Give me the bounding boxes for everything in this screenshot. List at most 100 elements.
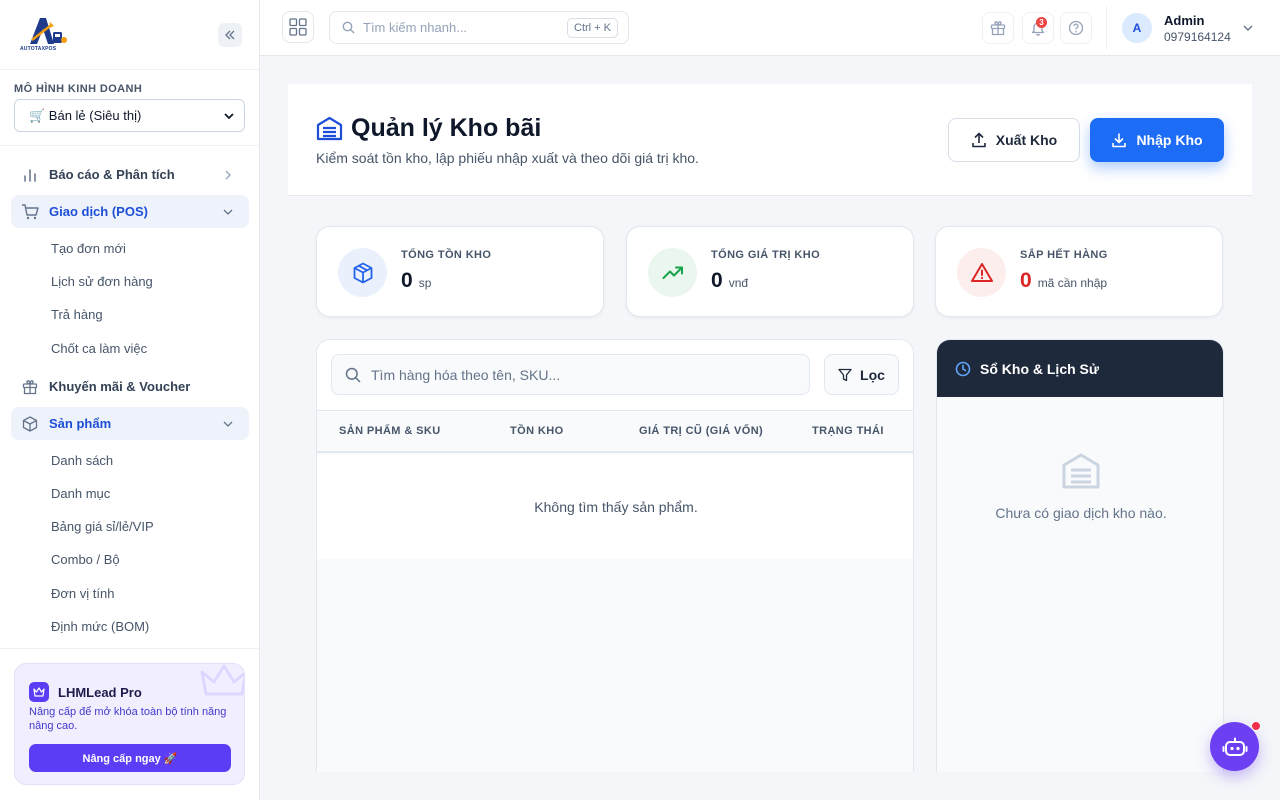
download-icon (1111, 132, 1127, 148)
crown-watermark-icon (200, 664, 244, 696)
stat-value-row: 0 sp (401, 269, 431, 293)
sidebar-subitem-close-shift[interactable]: Chốt ca làm việc (51, 341, 147, 356)
pro-title: LHMLead Pro (58, 684, 142, 700)
import-stock-label: Nhập Kho (1136, 132, 1203, 148)
search-icon (342, 21, 355, 34)
sidebar-subitem-categories[interactable]: Danh mục (51, 486, 110, 501)
crown-icon (29, 682, 49, 702)
notification-count-badge: 3 (1036, 17, 1047, 28)
sidebar-subitem-bom[interactable]: Định mức (BOM) (51, 619, 149, 634)
sidebar-item-promotions[interactable]: Khuyến mãi & Voucher (11, 370, 249, 403)
business-model-label: MÔ HÌNH KINH DOANH (14, 83, 143, 95)
robot-icon (1222, 737, 1247, 756)
business-model-select[interactable]: 🛒 Bán lẻ (Siêu thị) (14, 99, 245, 132)
collapse-sidebar-button[interactable] (218, 23, 242, 47)
upgrade-button[interactable]: Nâng cấp ngay 🚀 (29, 744, 231, 772)
sidebar-item-label: Sản phẩm (49, 416, 112, 431)
user-name: Admin (1164, 12, 1205, 28)
column-header-product[interactable]: SẢN PHẨM & SKU (339, 425, 441, 437)
logo-area: AUTOTAXPOS (0, 0, 259, 70)
sidebar-subitem-returns[interactable]: Trả hàng (51, 307, 103, 322)
filter-label: Lọc (860, 366, 885, 383)
apps-grid-button[interactable] (282, 11, 314, 43)
stat-label: SẮP HẾT HÀNG (1020, 249, 1108, 261)
sidebar-item-label: Giao dịch (POS) (49, 204, 148, 219)
upload-icon (971, 132, 987, 148)
sidebar-subitem-order-history[interactable]: Lịch sử đơn hàng (51, 274, 153, 289)
sidebar: AUTOTAXPOS MÔ HÌNH KINH DOANH 🛒 Bán lẻ (… (0, 0, 260, 800)
package-icon (338, 248, 387, 297)
quick-search-input[interactable]: Tìm kiếm nhanh... Ctrl + K (329, 11, 629, 44)
pro-description: Nâng cấp để mở khóa toàn bộ tính năng nâ… (29, 706, 227, 732)
user-phone: 0979164124 (1164, 29, 1231, 44)
warehouse-icon (1062, 453, 1100, 489)
stat-value-row: 0 vnđ (711, 269, 748, 293)
chevron-down-icon (224, 112, 234, 119)
divider (0, 648, 259, 649)
stat-unit: vnđ (728, 276, 749, 290)
sidebar-subitem-new-order[interactable]: Tạo đơn mới (51, 241, 126, 256)
clock-icon (955, 361, 971, 377)
stat-unit: mã cần nhập (1037, 276, 1108, 290)
export-stock-button[interactable]: Xuất Kho (948, 118, 1080, 162)
sidebar-subitem-price-list[interactable]: Bảng giá sỉ/lẻ/VIP (51, 519, 154, 534)
stat-card-total-value: TỔNG GIÁ TRỊ KHO 0 vnđ (626, 226, 914, 317)
chevrons-left-icon (225, 30, 235, 40)
table-toolbar: Tìm hàng hóa theo tên, SKU... Lọc (317, 340, 913, 410)
box-icon (21, 415, 39, 433)
history-title: Sổ Kho & Lịch Sử (980, 360, 1100, 377)
shortcut-hint: Ctrl + K (567, 17, 618, 38)
sidebar-subitem-units[interactable]: Đơn vị tính (51, 586, 114, 601)
table-empty-message: Không tìm thấy sản phẩm. (317, 455, 913, 559)
sidebar-item-reports[interactable]: Báo cáo & Phân tích (11, 158, 249, 191)
stat-unit: sp (418, 276, 432, 290)
page-header: Quản lý Kho bãi Kiểm soát tồn kho, lập p… (288, 84, 1252, 196)
import-stock-button[interactable]: Nhập Kho (1090, 118, 1224, 162)
sidebar-item-pos[interactable]: Giao dịch (POS) (11, 195, 249, 228)
cart-icon (21, 203, 39, 221)
product-search-input[interactable]: Tìm hàng hóa theo tên, SKU... (331, 354, 810, 395)
avatar: A (1122, 13, 1152, 43)
search-icon (345, 367, 361, 383)
filter-button[interactable]: Lọc (824, 354, 899, 395)
stat-value-row: 0 mã cần nhập (1020, 269, 1107, 293)
user-info: Admin 0979164124 (1164, 13, 1242, 44)
stat-value: 0 (1020, 269, 1032, 292)
stat-value: 0 (711, 269, 723, 292)
chevron-down-icon (223, 419, 239, 429)
export-stock-label: Xuất Kho (995, 132, 1058, 148)
sidebar-item-products[interactable]: Sản phẩm (11, 407, 249, 440)
logo-text: AUTOTAXPOS (20, 46, 57, 52)
stat-card-total-stock: TỔNG TỒN KHO 0 sp (316, 226, 604, 317)
gift-icon (990, 21, 1006, 36)
notifications-button[interactable]: 3 (1022, 12, 1054, 44)
topbar: Tìm kiếm nhanh... Ctrl + K 3 A Admin 097… (260, 0, 1280, 56)
sidebar-item-label: Khuyến mãi & Voucher (49, 379, 191, 394)
stat-label: TỔNG TỒN KHO (401, 249, 492, 261)
bar-chart-icon (21, 166, 39, 184)
help-button[interactable] (1060, 12, 1092, 44)
business-model-value: 🛒 Bán lẻ (Siêu thị) (29, 107, 142, 123)
column-header-stock[interactable]: TỒN KHO (510, 425, 564, 437)
sidebar-item-label: Báo cáo & Phân tích (49, 167, 175, 182)
sidebar-subitem-list[interactable]: Danh sách (51, 453, 113, 468)
user-menu[interactable]: A Admin 0979164124 (1106, 6, 1274, 50)
gift-button[interactable] (982, 12, 1014, 44)
sidebar-subitem-combo[interactable]: Combo / Bộ (51, 552, 120, 567)
history-header: Sổ Kho & Lịch Sử (937, 340, 1223, 397)
pro-title-row: LHMLead Pro (29, 682, 142, 702)
history-empty-message: Chưa có giao dịch kho nào. (995, 505, 1167, 521)
divider (0, 145, 259, 146)
column-header-status[interactable]: TRẠNG THÁI (812, 425, 884, 437)
alert-triangle-icon (957, 248, 1006, 297)
inventory-table-panel: Tìm hàng hóa theo tên, SKU... Lọc SẢN PH… (316, 339, 914, 772)
column-header-cost[interactable]: GIÁ TRỊ CŨ (GIÁ VỐN) (639, 425, 763, 437)
stat-value: 0 (401, 269, 413, 292)
stat-label: TỔNG GIÁ TRỊ KHO (711, 249, 821, 261)
help-circle-icon (1068, 20, 1084, 36)
chevron-down-icon (223, 207, 239, 217)
grid-icon (289, 18, 307, 36)
chevron-right-icon (223, 170, 239, 180)
quick-search-placeholder: Tìm kiếm nhanh... (363, 20, 468, 35)
page-subtitle: Kiểm soát tồn kho, lập phiếu nhập xuất v… (316, 150, 699, 166)
